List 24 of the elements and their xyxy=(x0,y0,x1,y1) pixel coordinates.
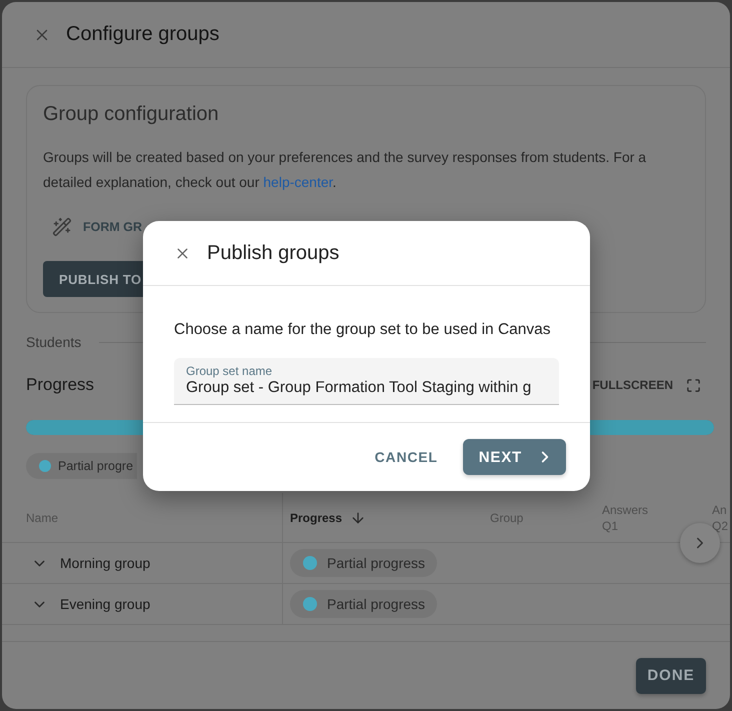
description-text: Groups will be created based on your preferences and the survey responses from students. For a detailed explanation, check out our help-center. xyxy=(43,148,648,192)
card-title: Group configuration xyxy=(43,102,219,126)
progress-title: Progress xyxy=(26,375,94,395)
cancel-button[interactable]: CANCEL xyxy=(374,449,438,465)
next-button[interactable]: NEXT xyxy=(462,439,566,475)
section-label: Students xyxy=(26,334,82,350)
magic-wand-icon[interactable] xyxy=(52,217,72,237)
dialog-title: Publish groups xyxy=(207,242,340,264)
publish-button[interactable]: PUBLISH TO xyxy=(43,261,143,297)
chip-label: Partial progress xyxy=(327,596,426,612)
legend-label: Partial progre xyxy=(58,459,134,473)
chip-label: Partial progress xyxy=(327,555,426,571)
dialog-prompt: Choose a name for the group set to be used in Canvas xyxy=(174,320,552,340)
group-set-name-field[interactable]: Group set name Group set - Group Formation Tool Staging within g xyxy=(174,358,559,405)
done-button[interactable]: DONE xyxy=(636,658,706,694)
window-title: Configure groups xyxy=(66,23,220,46)
field-value: Group set - Group Formation Tool Staging within g xyxy=(186,378,532,398)
field-label: Group set name xyxy=(186,364,272,378)
group-name: Evening group xyxy=(60,596,150,612)
column-header[interactable]: Progress xyxy=(290,510,342,526)
form-groups-button[interactable]: FORM GR xyxy=(83,220,142,234)
fullscreen-icon xyxy=(686,378,701,392)
fullscreen-button[interactable]: FULLSCREEN xyxy=(592,378,701,392)
group-name: Morning group xyxy=(60,555,150,571)
